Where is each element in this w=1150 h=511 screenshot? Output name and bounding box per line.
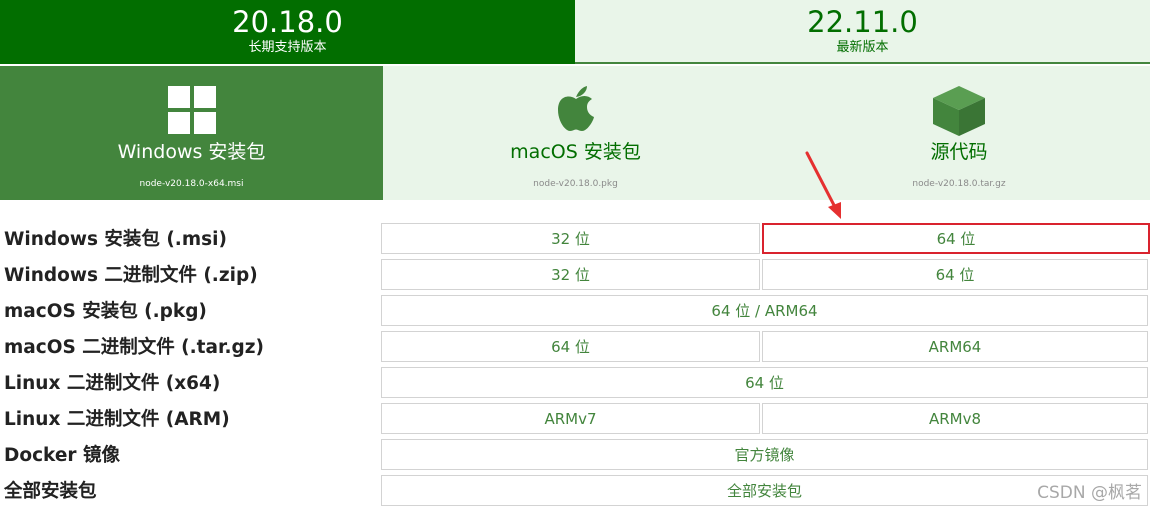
row-label-all: 全部安装包 [4, 481, 97, 502]
download-link-macos-pkg[interactable]: 64 位 / ARM64 [381, 295, 1148, 326]
apple-logo-icon [557, 86, 594, 131]
card-file-windows: node-v20.18.0-x64.msi [139, 179, 244, 189]
row-label-linux-arm: Linux 二进制文件 (ARM) [4, 409, 230, 430]
row-label-macos-tar: macOS 二进制文件 (.tar.gz) [4, 337, 264, 358]
download-link-windows-zip-64[interactable]: 64 位 [762, 259, 1148, 290]
package-box-icon [933, 86, 985, 136]
download-link-windows-msi-32[interactable]: 32 位 [381, 223, 760, 254]
download-link-linux-x64[interactable]: 64 位 [381, 367, 1148, 398]
card-title-windows: Windows 安装包 [117, 141, 266, 163]
tab-current-version[interactable]: 22.11.0 最新版本 [575, 0, 1150, 64]
annotation-arrow-icon [805, 151, 841, 219]
download-link-windows-msi-64[interactable]: 64 位 [762, 223, 1150, 254]
download-link-macos-tar-64[interactable]: 64 位 [381, 331, 760, 362]
download-link-macos-tar-arm64[interactable]: ARM64 [762, 331, 1148, 362]
link-docker-image[interactable]: 官方镜像 [381, 439, 1148, 470]
download-link-windows-zip-32[interactable]: 32 位 [381, 259, 760, 290]
row-label-docker: Docker 镜像 [4, 445, 120, 466]
windows-logo-icon [167, 86, 216, 134]
row-label-linux-x64: Linux 二进制文件 (x64) [4, 373, 221, 394]
row-label-macos-pkg: macOS 安装包 (.pkg) [4, 301, 207, 322]
download-card-macos[interactable]: macOS 安装包 node-v20.18.0.pkg [383, 66, 768, 200]
link-all-packages[interactable]: 全部安装包 [381, 475, 1148, 506]
current-version-number: 22.11.0 [807, 5, 918, 39]
download-link-linux-armv7[interactable]: ARMv7 [381, 403, 760, 434]
watermark: CSDN @枫茗 [1037, 483, 1142, 503]
tab-lts-version[interactable]: 20.18.0 长期支持版本 [0, 0, 575, 64]
lts-version-number: 20.18.0 [232, 5, 343, 39]
current-version-label: 最新版本 [836, 40, 889, 55]
row-label-windows-msi: Windows 安装包 (.msi) [4, 229, 227, 250]
card-title-macos: macOS 安装包 [510, 141, 641, 163]
download-card-windows[interactable]: Windows 安装包 node-v20.18.0-x64.msi [0, 66, 383, 200]
row-label-windows-zip: Windows 二进制文件 (.zip) [4, 265, 258, 286]
download-link-linux-armv8[interactable]: ARMv8 [762, 403, 1148, 434]
card-file-macos: node-v20.18.0.pkg [533, 179, 618, 189]
lts-version-label: 长期支持版本 [248, 40, 327, 55]
